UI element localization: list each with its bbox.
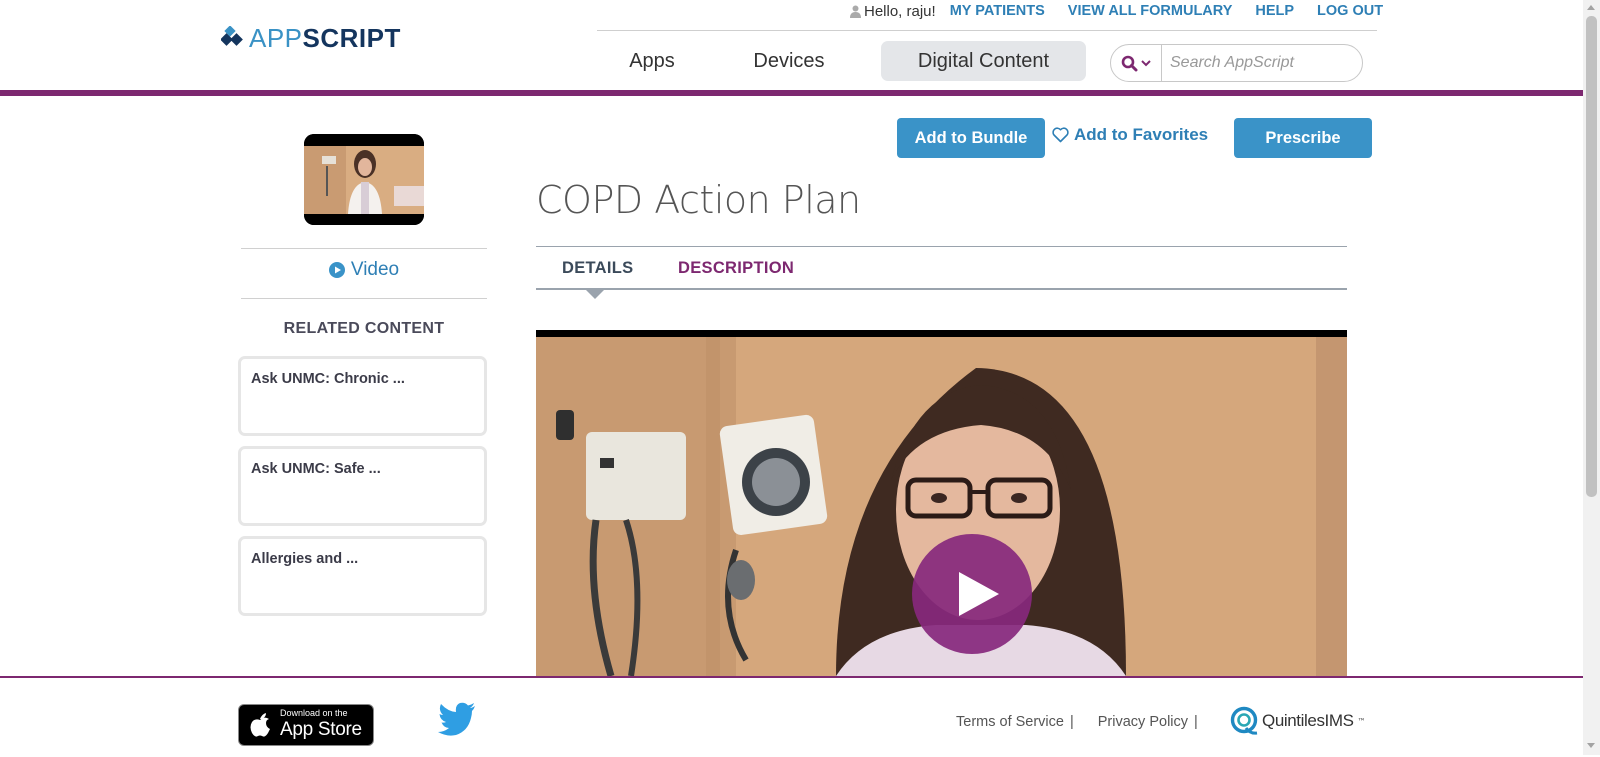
thumbnail-divider	[241, 248, 487, 249]
quintiles-wordmark: QuintilesIMS	[1262, 711, 1354, 730]
chevron-down-icon	[1141, 60, 1151, 67]
video-top-bar	[536, 330, 1347, 337]
nav-tab-devices[interactable]: Devices	[709, 41, 869, 81]
logo-wordmark: APPSCRIPT	[249, 24, 401, 52]
scroll-down-arrow-icon[interactable]	[1587, 743, 1595, 748]
add-to-bundle-button[interactable]: Add to Bundle	[897, 118, 1045, 158]
page-title: COPD Action Plan	[536, 178, 861, 222]
title-divider	[536, 246, 1347, 247]
tab-details[interactable]: DETAILS	[562, 259, 633, 278]
scroll-up-arrow-icon[interactable]	[1587, 5, 1595, 10]
add-to-favorites-label: Add to Favorites	[1074, 125, 1209, 144]
play-icon	[959, 572, 999, 616]
logo-app-text: APP	[249, 23, 303, 53]
play-circle-icon	[328, 262, 345, 278]
quintiles-trademark: ™	[1357, 716, 1366, 726]
prescribe-button[interactable]: Prescribe	[1234, 118, 1372, 158]
appscript-logo[interactable]: APPSCRIPT	[221, 24, 401, 52]
search-icon	[1121, 55, 1138, 71]
help-link[interactable]: HELP	[1255, 3, 1294, 19]
log-out-link[interactable]: LOG OUT	[1317, 3, 1383, 19]
video-player[interactable]	[536, 330, 1347, 676]
footer-links: Terms of Service | Privacy Policy |	[956, 714, 1222, 730]
quintiles-logo-icon	[1230, 706, 1258, 735]
video-link-divider	[241, 298, 487, 299]
related-content-title: RELATED CONTENT	[283, 320, 445, 337]
video-link-label: Video	[350, 259, 400, 280]
view-all-formulary-link[interactable]: VIEW ALL FORMULARY	[1068, 3, 1233, 19]
search-box	[1110, 44, 1363, 82]
video-link[interactable]: Video	[241, 259, 487, 281]
related-item[interactable]: Ask UNMC: Safe ...	[238, 446, 487, 526]
video-thumbnail[interactable]	[304, 134, 424, 225]
logo-diamond-icon	[221, 26, 243, 46]
active-tab-indicator	[586, 290, 604, 299]
related-item[interactable]: Allergies and ...	[238, 536, 487, 616]
site-header: APPSCRIPT Hello, raju! MY PATIENTS VIEW …	[0, 0, 1583, 96]
tab-description[interactable]: DESCRIPTION	[678, 259, 794, 278]
app-store-big-text: App Store	[280, 719, 362, 740]
user-greeting: Hello, raju!	[864, 2, 936, 20]
main-nav: Apps Devices Digital Content	[597, 41, 1086, 81]
tabs-underline	[536, 288, 1347, 290]
utility-nav: Hello, raju! MY PATIENTS VIEW ALL FORMUL…	[850, 1, 1383, 21]
search-input[interactable]	[1162, 47, 1357, 79]
site-footer: Download on the App Store Terms of Servi…	[0, 676, 1583, 757]
video-play-button[interactable]	[912, 534, 1032, 654]
app-store-badge[interactable]: Download on the App Store	[238, 704, 374, 746]
header-divider	[597, 30, 1377, 31]
related-item[interactable]: Ask UNMC: Chronic ...	[238, 356, 487, 436]
nav-tab-digital-content[interactable]: Digital Content	[881, 41, 1086, 81]
twitter-bird-icon[interactable]	[438, 702, 476, 736]
app-store-small-text: Download on the	[280, 708, 348, 718]
search-scope-dropdown[interactable]	[1111, 45, 1162, 81]
related-item-label: Allergies and ...	[251, 551, 359, 567]
heart-outline-icon	[1052, 127, 1069, 143]
my-patients-link[interactable]: MY PATIENTS	[950, 3, 1045, 19]
privacy-policy-link[interactable]: Privacy Policy	[1098, 714, 1188, 730]
terms-of-service-link[interactable]: Terms of Service	[956, 714, 1064, 730]
add-to-favorites-link[interactable]: Add to Favorites	[1052, 125, 1208, 145]
page-scrollbar[interactable]	[1583, 0, 1600, 755]
related-item-label: Ask UNMC: Chronic ...	[251, 371, 405, 387]
scrollbar-thumb[interactable]	[1586, 16, 1597, 497]
footer-separator: |	[1069, 714, 1074, 730]
header-accent-bar	[0, 90, 1583, 96]
user-icon	[850, 5, 861, 18]
nav-tab-apps[interactable]: Apps	[597, 41, 707, 81]
footer-separator: |	[1194, 714, 1198, 730]
logo-script-text: SCRIPT	[302, 23, 401, 53]
quintiles-ims-logo[interactable]: QuintilesIMS ™	[1230, 706, 1366, 736]
doctor-thumbnail-image	[304, 134, 424, 225]
related-item-label: Ask UNMC: Safe ...	[251, 461, 381, 477]
apple-icon	[250, 713, 270, 737]
